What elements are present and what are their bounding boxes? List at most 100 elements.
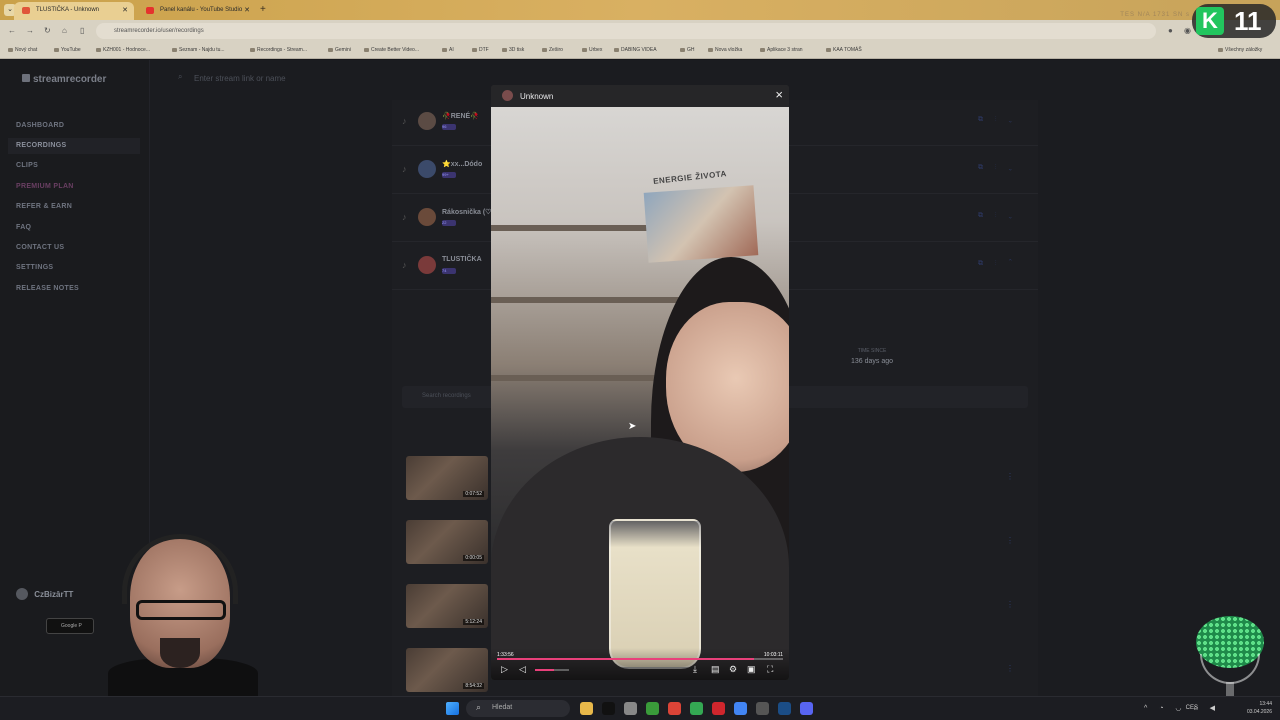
tray-icons[interactable]: ^ ◔ ◡ ⌂ ◀ xyxy=(1144,704,1220,712)
bookmark[interactable]: KZH001 - Hodnoce... xyxy=(96,47,150,53)
time-since-label: TIME SINCE xyxy=(857,348,887,354)
bookmark[interactable]: DABING VIDEA xyxy=(614,47,657,53)
tiktok-icon[interactable] xyxy=(602,702,615,715)
steam-icon[interactable] xyxy=(778,702,791,715)
more-icon[interactable]: ⋮ xyxy=(1006,472,1014,481)
play-icon[interactable] xyxy=(690,702,703,715)
close-tab-icon[interactable]: ✕ xyxy=(244,6,250,14)
file-explorer-icon[interactable] xyxy=(580,702,593,715)
count-badge: 22 xyxy=(442,220,456,226)
bookmark[interactable]: Nový chat xyxy=(8,47,37,53)
chrome-icon[interactable] xyxy=(668,702,681,715)
user-profile[interactable]: CzBizârTT xyxy=(16,588,73,600)
seek-bar[interactable] xyxy=(497,658,783,660)
nav-recordings[interactable]: RECORDINGS xyxy=(8,138,140,154)
more-icon[interactable]: ⋮ xyxy=(1006,664,1014,673)
calculator-icon[interactable] xyxy=(756,702,769,715)
bookmark[interactable]: Aplikace 3 stran xyxy=(760,47,803,53)
bookmark[interactable]: GH xyxy=(680,47,695,53)
volume-icon[interactable]: ◁ xyxy=(519,664,526,675)
bookmark[interactable]: Seznam - Najdu tu... xyxy=(172,47,225,53)
settings-icon[interactable]: ⚙ xyxy=(729,664,737,675)
nav-settings[interactable]: SETTINGS xyxy=(16,264,53,271)
shelf xyxy=(491,297,691,303)
row-actions[interactable]: ⧉⋮⌄ xyxy=(978,116,1024,124)
more-icon[interactable]: ⋮ xyxy=(1006,536,1014,545)
profile-icon[interactable]: ◉ xyxy=(1184,26,1191,35)
windows-start-icon[interactable] xyxy=(446,702,459,715)
close-icon[interactable]: × xyxy=(775,87,783,102)
sidebar-toggle-icon[interactable]: ▯ xyxy=(80,26,84,35)
extension-icon[interactable]: ● xyxy=(1168,26,1173,35)
tab-youtube-studio[interactable]: Panel kanálu - YouTube Studio ✕ xyxy=(138,2,256,20)
logo[interactable]: streamrecorder xyxy=(22,74,106,85)
avatar xyxy=(418,256,436,274)
row-actions[interactable]: ⧉⋮⌄ xyxy=(978,164,1024,172)
nav-dashboard[interactable]: DASHBOARD xyxy=(16,122,64,129)
more-icon[interactable]: ⋮ xyxy=(1006,600,1014,609)
bookmark[interactable]: YouTube xyxy=(54,47,81,53)
bookmark[interactable]: 3D tisk xyxy=(502,47,524,53)
nav-clips[interactable]: CLIPS xyxy=(16,162,38,169)
google-play-badge[interactable]: Google P xyxy=(46,618,94,634)
xbox-icon[interactable] xyxy=(646,702,659,715)
recording-thumbnail[interactable]: 0:00:05 xyxy=(406,520,488,564)
nav-premium-plan[interactable]: PREMIUM PLAN xyxy=(16,183,74,190)
clip-icon[interactable]: ▤ xyxy=(711,664,720,675)
duration-badge: 8:54:32 xyxy=(463,683,484,689)
settings-icon[interactable] xyxy=(624,702,637,715)
url-input[interactable]: streamrecorder.io/user/recordings xyxy=(96,23,1156,39)
discord-icon[interactable] xyxy=(800,702,813,715)
bookmark[interactable]: Urbex xyxy=(582,47,602,53)
nav-faq[interactable]: FAQ xyxy=(16,224,31,231)
bookmark[interactable]: AI xyxy=(442,47,454,53)
reload-icon[interactable]: ↻ xyxy=(44,26,51,35)
volume-slider[interactable] xyxy=(535,669,569,671)
recording-thumbnail[interactable]: 8:54:32 xyxy=(406,648,488,692)
bookmark[interactable]: Všechny záložky xyxy=(1218,47,1262,53)
recording-thumbnail[interactable]: 0:07:52 xyxy=(406,456,488,500)
fullscreen-icon[interactable]: ⛶ xyxy=(767,664,773,675)
bookmark[interactable]: Create Better Video... xyxy=(364,47,419,53)
language-indicator[interactable]: CES xyxy=(1186,705,1198,711)
tab-favicon-icon xyxy=(22,7,30,14)
streamer-name: TLUSTIČKA xyxy=(442,256,482,263)
home-icon[interactable]: ⌂ xyxy=(62,26,67,35)
play-icon[interactable]: ▷ xyxy=(501,664,508,675)
poster-text: ENERGIE ŽIVOTA xyxy=(652,169,728,186)
row-actions[interactable]: ⧉⋮⌄ xyxy=(978,212,1024,220)
bookmark[interactable]: KAA TOMÁŠ xyxy=(826,47,862,53)
pip-icon[interactable]: ▣ xyxy=(747,664,756,675)
streamer-name: Rákosnička (♡) xyxy=(442,209,494,216)
avatar xyxy=(418,112,436,130)
opera-icon[interactable] xyxy=(712,702,725,715)
nav-release-notes[interactable]: RELEASE NOTES xyxy=(16,285,79,292)
bookmark[interactable]: Zeširo xyxy=(542,47,563,53)
close-tab-icon[interactable]: ✕ xyxy=(122,6,128,14)
new-tab-icon[interactable]: + xyxy=(260,4,266,15)
bookmark[interactable]: Recordings - Stream... xyxy=(250,47,307,53)
chrome-active-icon[interactable] xyxy=(734,702,747,715)
taskbar-search[interactable]: Hledat xyxy=(466,700,570,717)
drink-glass xyxy=(609,519,701,669)
tiktok-icon: ♪ xyxy=(402,212,407,222)
count-badge: 74 xyxy=(442,268,456,274)
nav-contact-us[interactable]: CONTACT US xyxy=(16,244,64,251)
tab-active[interactable]: TLUSTIČKA - Unknown ✕ xyxy=(14,2,134,20)
windows-taskbar: Hledat ^ ◔ ◡ ⌂ ◀ CES 13:44 03.04.2026 xyxy=(0,696,1280,720)
stream-search-input[interactable]: Enter stream link or name xyxy=(172,70,472,88)
bookmark[interactable]: Gemini xyxy=(328,47,351,53)
glasses xyxy=(136,600,226,620)
count-badge: 96 xyxy=(442,124,456,130)
video-frame[interactable]: ENERGIE ŽIVOTA xyxy=(491,107,789,680)
bookmark[interactable]: DTF xyxy=(472,47,489,53)
forward-icon[interactable]: → xyxy=(26,26,34,35)
clock-time: 13:44 xyxy=(1259,701,1272,707)
clock[interactable]: 13:44 03.04.2026 xyxy=(1247,700,1272,716)
recording-thumbnail[interactable]: 5:12:24 xyxy=(406,584,488,628)
back-icon[interactable]: ← xyxy=(8,26,16,35)
download-icon[interactable]: ⤓ xyxy=(693,664,697,675)
row-actions[interactable]: ⧉⋮⌃ xyxy=(978,260,1024,268)
bookmark[interactable]: Nova vložka xyxy=(708,47,742,53)
nav-refer-earn[interactable]: REFER & EARN xyxy=(16,203,72,210)
